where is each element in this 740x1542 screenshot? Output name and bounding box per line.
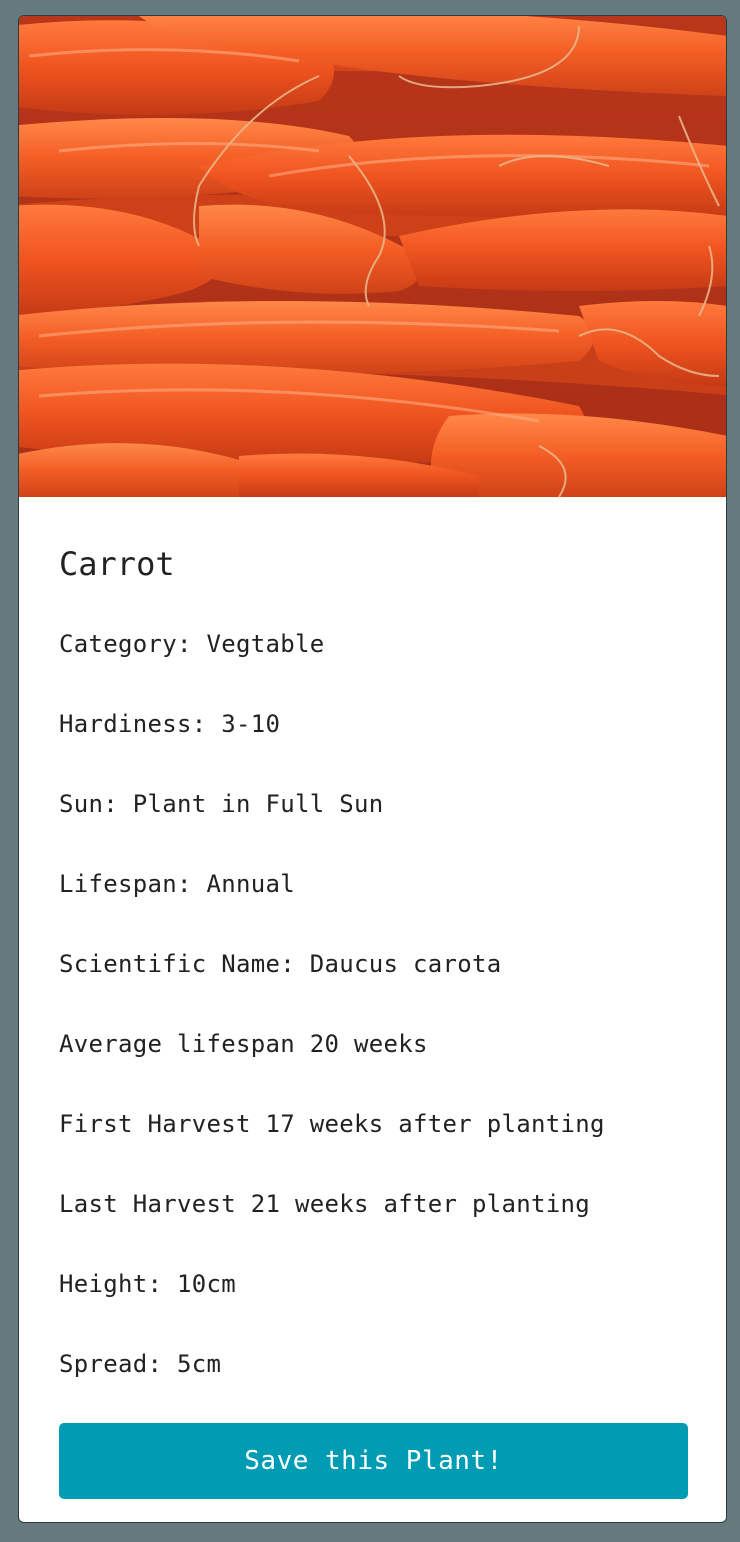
save-plant-button[interactable]: Save this Plant!	[59, 1423, 688, 1499]
plant-hardiness: Hardiness: 3-10	[59, 710, 281, 738]
plant-height: Height: 10cm	[59, 1270, 236, 1298]
plant-spread: Spread: 5cm	[59, 1350, 222, 1378]
plant-sun: Sun: Plant in Full Sun	[59, 790, 384, 818]
plant-last-harvest: Last Harvest 21 weeks after planting	[59, 1190, 590, 1218]
plant-photo	[19, 16, 726, 497]
plant-average-lifespan: Average lifespan 20 weeks	[59, 1030, 428, 1058]
plant-card: Carrot Category: Vegtable Hardiness: 3-1…	[18, 15, 727, 1523]
plant-first-harvest: First Harvest 17 weeks after planting	[59, 1110, 605, 1138]
plant-category: Category: Vegtable	[59, 630, 325, 658]
carrots-photo-image	[19, 16, 726, 497]
plant-lifespan: Lifespan: Annual	[59, 870, 295, 898]
plant-name: Carrot	[59, 545, 175, 583]
plant-scientific-name: Scientific Name: Daucus carota	[59, 950, 502, 978]
